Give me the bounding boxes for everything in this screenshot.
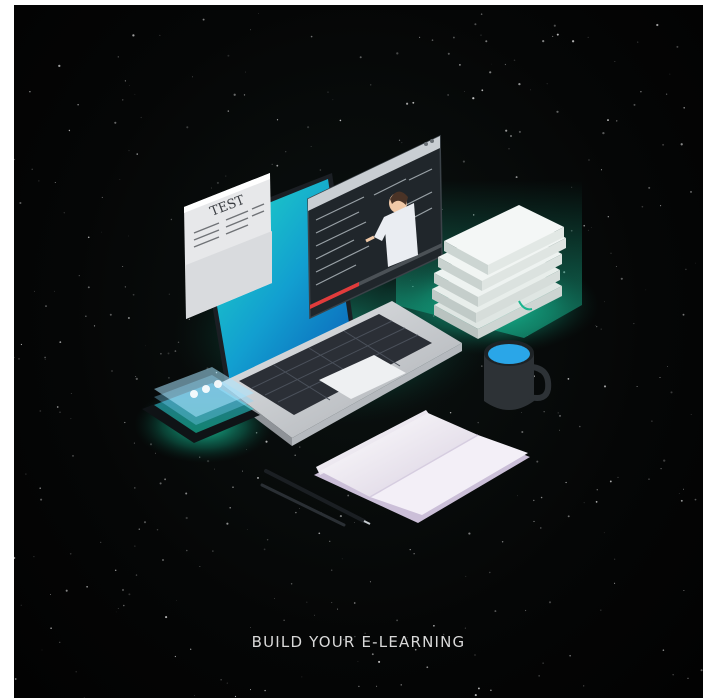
coffee-mug-icon [484, 340, 552, 410]
open-notebook-icon [314, 410, 530, 523]
tagline: BUILD YOUR E-LEARNING [251, 633, 466, 651]
elearning-scene: TEST [134, 134, 599, 527]
illustration-frame: TEST BUILD YOUR E-LEARNING [14, 5, 703, 698]
